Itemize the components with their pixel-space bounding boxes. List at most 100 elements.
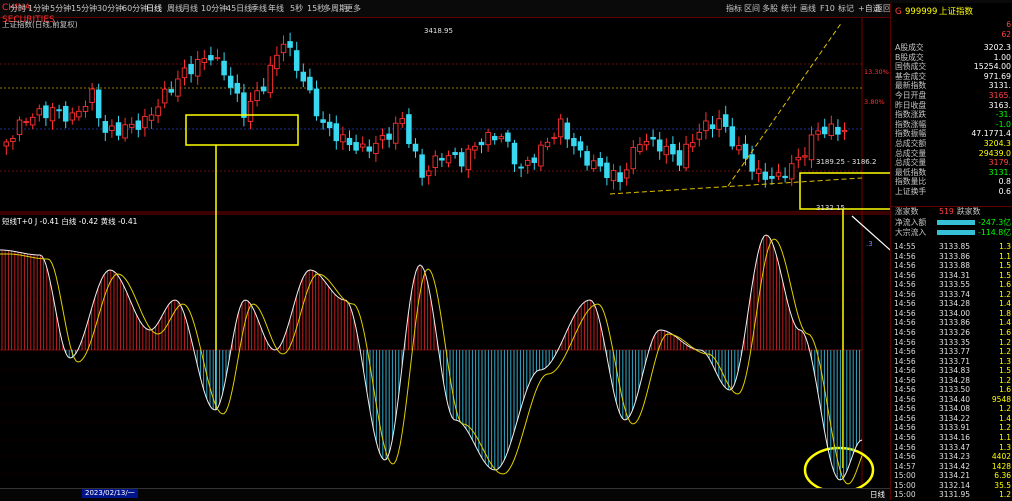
candle-body [769, 175, 775, 179]
candle-body [62, 105, 69, 122]
candle-body [630, 146, 637, 170]
tick-time: 15:00 [894, 490, 916, 500]
tick-volume: 6.36 [994, 471, 1011, 481]
timeframe-16[interactable]: 更多 [345, 4, 361, 14]
quote-label: 总成交量 [895, 148, 927, 158]
quote-value: 3204.3 [983, 139, 1011, 148]
tick-time: 14:56 [894, 404, 916, 414]
candle-body [161, 88, 168, 104]
candle-body [399, 118, 406, 125]
candle-body [392, 122, 399, 144]
candle-body [689, 142, 696, 148]
candle-body [472, 145, 478, 151]
tick-volume: 1.4 [999, 413, 1011, 423]
quote-row: 昨日收盘 3163. [891, 101, 1012, 111]
timeframe-4[interactable]: 30分钟 [97, 4, 123, 14]
quote-value: 3165. [988, 91, 1011, 100]
candle-body [280, 43, 287, 54]
candle-body [234, 82, 241, 94]
stock-header[interactable]: G 999999 上证指数 [891, 6, 1012, 19]
quote-label: 总成交量 [895, 158, 927, 168]
quote-label: 最低指数 [895, 167, 927, 177]
tick-row: 14:56 3133.74 1.2 [891, 290, 1012, 300]
timeframe-5[interactable]: 60分钟 [122, 4, 148, 14]
candle-body [577, 141, 584, 151]
chart-title: 上证指数(日线,前复权) [2, 20, 78, 29]
tick-price: 3133.71 [939, 356, 971, 366]
timeframe-3[interactable]: 15分钟 [71, 4, 97, 14]
quote-panel: G 999999 上证指数 6 62 A股成交 3202.3 B股成交 1.00 国债成… [890, 3, 1012, 500]
candle-body [260, 86, 267, 92]
tick-price: 3134.40 [939, 394, 971, 404]
quote-row: 上证换手 0.6 [891, 187, 1012, 197]
tick-price: 3133.50 [939, 385, 971, 395]
tick-row: 14:56 3134.28 1.2 [891, 376, 1012, 386]
tick-volume: 1.6 [999, 327, 1011, 337]
quote-value: 3131. [988, 81, 1011, 91]
timeframe-9[interactable]: 10分钟 [201, 4, 227, 14]
candle-body [102, 121, 109, 133]
candle-body [373, 142, 379, 154]
timeframe-15[interactable]: 多周期 [323, 4, 347, 14]
price-tick-label: 3.80% [864, 98, 885, 106]
kline-chart[interactable]: 3418.95 3189.25 - 3186.2 3132.15 13.30% 3.80… [0, 0, 890, 500]
pointer-arrow [851, 215, 890, 251]
candle-body [326, 121, 333, 129]
candle-body [683, 143, 689, 169]
high-price-label: 3418.95 [424, 27, 453, 35]
tool-button-2[interactable]: 多股 [762, 4, 778, 14]
candle-body [16, 119, 23, 136]
tool-button-1[interactable]: 区间 [744, 4, 760, 14]
group-tag: G [895, 7, 902, 17]
timeframe-12[interactable]: 年线 [268, 4, 284, 14]
timeframe-1[interactable]: 1分钟 [28, 4, 49, 14]
candle-body [775, 172, 782, 177]
quote-label: 基金成交 [895, 71, 927, 81]
candle-body [425, 170, 432, 177]
quote-label: B股成交 [895, 52, 924, 62]
tick-time: 14:56 [894, 394, 916, 404]
tick-time: 14:56 [894, 327, 916, 337]
timeframe-8[interactable]: 月线 [182, 4, 198, 14]
timeframe-6[interactable]: 日线 [146, 4, 162, 14]
tick-time: 14:56 [894, 261, 916, 271]
candle-body [762, 171, 769, 180]
tick-row: 15:00 3131.95 1.2 [891, 490, 1012, 500]
tool-button-4[interactable]: 画线 [800, 4, 816, 14]
candle-body [307, 76, 313, 91]
tick-time: 14:56 [894, 280, 916, 290]
quote-row: 总成交量 29439.0 [891, 149, 1012, 159]
quote-value: 29439.0 [978, 148, 1011, 158]
timeframe-0[interactable]: 分时 [10, 4, 26, 14]
candle-body [412, 143, 419, 152]
tool-button-0[interactable]: 指标 [726, 4, 742, 14]
tick-volume: 1.2 [999, 375, 1011, 385]
timeframe-10[interactable]: 45日线 [226, 4, 252, 14]
quote-value: 971.69 [983, 71, 1011, 81]
quote-label: 总成交额 [895, 139, 927, 148]
quote-label: 国债成交 [895, 62, 927, 72]
candle-body [445, 155, 452, 164]
quote-label: 今日开盘 [895, 91, 927, 100]
timeframe-13[interactable]: 5秒 [290, 4, 303, 14]
flow-bar [937, 220, 975, 225]
period-tab[interactable]: 日线 [870, 489, 885, 500]
candle-body [531, 157, 538, 163]
timeframe-11[interactable]: 季线 [251, 4, 267, 14]
candle-body [23, 121, 29, 123]
tool-button-5[interactable]: F10 [820, 4, 835, 14]
candle-body [419, 154, 425, 178]
tick-price: 3134.16 [939, 433, 971, 442]
quote-label: 上证换手 [895, 187, 927, 196]
candle-body [128, 123, 135, 128]
tick-volume: 1.1 [999, 433, 1011, 442]
timeframe-2[interactable]: 5分钟 [50, 4, 71, 14]
tool-button-6[interactable]: 标记 [838, 4, 854, 14]
tick-time: 14:56 [894, 289, 916, 299]
tool-button-3[interactable]: 统计 [781, 4, 797, 14]
tool-button-8[interactable]: 返回 [875, 4, 891, 14]
candle-body [95, 89, 102, 119]
timeframe-7[interactable]: 周线 [167, 4, 183, 14]
quote-value: 3202.3 [983, 43, 1011, 52]
candle-body [551, 136, 557, 139]
